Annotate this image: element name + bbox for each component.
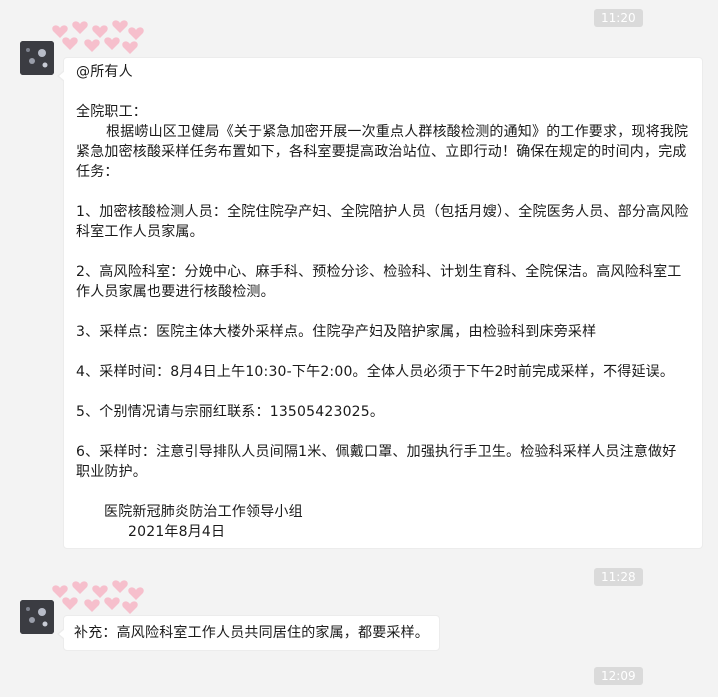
notice-item: 6、采样时：注意引导排队人员间隔1米、佩戴口罩、加强执行手卫生。检验科采样人员注… [76, 444, 677, 480]
signature-date: 2021年8月4日 [128, 524, 226, 540]
message-bubble[interactable]: 补充：高风险科室工作人员共同居住的家属，都要采样。 [57, 615, 440, 651]
notice-item: 1、加密核酸检测人员：全院住院孕产妇、全院陪护人员（包括月嫂）、全院医务人员、部… [76, 204, 689, 240]
notice-intro: 根据崂山区卫健局《关于紧急加密开展一次重点人群核酸检测的通知》的工作要求，现将我… [76, 124, 689, 180]
notice-item: 2、高风险科室：分娩中心、麻手科、预检分诊、检验科、计划生育科、全院保洁。高风险… [76, 264, 682, 300]
sender-name-hearts-sticker [50, 574, 145, 614]
signature: 医院新冠肺炎防治工作领导小组 [104, 504, 303, 520]
avatar[interactable] [20, 600, 54, 634]
avatar[interactable] [20, 41, 54, 75]
sender-name-hearts-sticker [50, 14, 145, 54]
timestamp: 11:28 [594, 568, 643, 586]
notice-item: 5、个别情况请与宗丽红联系：13505423025。 [76, 404, 385, 420]
greeting: 全院职工： [76, 104, 147, 120]
message-bubble[interactable]: @所有人 全院职工： 根据崂山区卫健局《关于紧急加密开展一次重点人群核酸检测的通… [57, 57, 703, 549]
timestamp: 12:09 [594, 667, 643, 685]
notice-item: 3、采样点：医院主体大楼外采样点。住院孕产妇及陪护家属，由检验科到床旁采样 [76, 324, 597, 340]
mention-all[interactable]: @所有人 [76, 62, 690, 82]
notice-item: 4、采样时间：8月4日上午10:30-下午2:00。全体人员必须于下午2时前完成… [76, 364, 675, 380]
timestamp: 11:20 [594, 9, 643, 27]
message-text: 补充：高风险科室工作人员共同居住的家属，都要采样。 [74, 625, 429, 641]
